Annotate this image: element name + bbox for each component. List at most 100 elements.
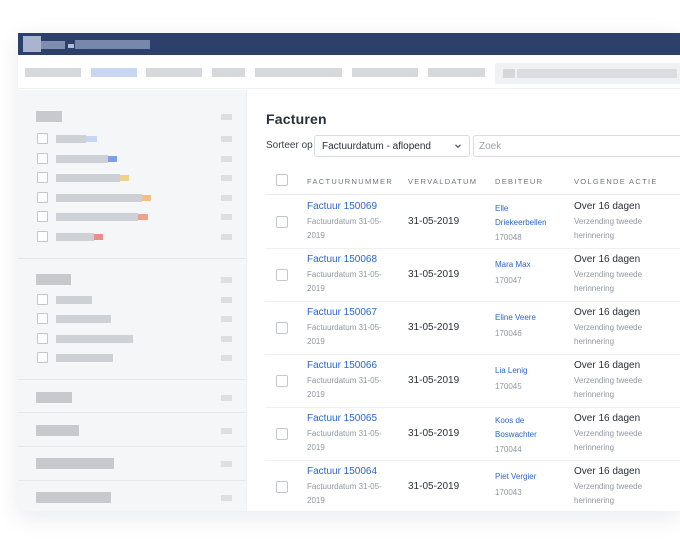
nav-item-6[interactable] (352, 68, 418, 77)
filter-checkbox[interactable] (37, 352, 48, 363)
filter-count (221, 214, 232, 220)
filter-label (56, 194, 142, 202)
debtor-id: 170044 (495, 445, 522, 454)
debtor-link[interactable]: Lia Lenig (495, 364, 557, 378)
row-checkbox[interactable] (276, 375, 288, 387)
row-checkbox[interactable] (276, 481, 288, 493)
sidebar-divider (18, 480, 247, 481)
invoice-link[interactable]: Factuur 150067 (307, 307, 377, 318)
table-row[interactable]: Factuur 150065 Factuurdatum 31-05-2019 3… (265, 408, 680, 461)
table-row[interactable]: Factuur 150066 Factuurdatum 31-05-2019 3… (265, 355, 680, 408)
filter-label (56, 335, 133, 343)
sort-select[interactable]: Factuurdatum - aflopend (314, 135, 470, 157)
filter-label (56, 174, 120, 182)
filter-checkbox[interactable] (37, 192, 48, 203)
filter-count (221, 355, 232, 361)
sidebar-divider (18, 258, 247, 259)
nav-item-3[interactable] (146, 68, 202, 77)
filter-label (56, 233, 94, 241)
invoice-link[interactable]: Factuur 150066 (307, 360, 377, 371)
filter-checkbox[interactable] (37, 211, 48, 222)
filter-group-count (221, 428, 232, 434)
due-date: 31-05-2019 (408, 216, 460, 227)
filter-color-tag (108, 156, 117, 162)
filter-group-count (221, 277, 232, 283)
table-header: FACTUURNUMMER VERVALDATUM DEBITEUR VOLGE… (265, 167, 680, 195)
filter-label (56, 155, 108, 163)
logo-icon[interactable] (23, 36, 41, 52)
invoice-link[interactable]: Factuur 150064 (307, 466, 377, 477)
filter-checkbox[interactable] (37, 153, 48, 164)
debtor-link[interactable]: Elle Driekeerbellen (495, 202, 557, 230)
top-bar (18, 33, 680, 55)
filter-group-heading[interactable] (36, 392, 72, 403)
next-action: Over 16 dagen (574, 360, 641, 371)
debtor-link[interactable]: Piet Vergier (495, 470, 557, 484)
nav-item-1[interactable] (25, 68, 81, 77)
due-date: 31-05-2019 (408, 428, 460, 439)
search-input[interactable] (473, 135, 680, 157)
chevron-down-icon (455, 144, 461, 149)
debtor-link[interactable]: Koos de Boswachter (495, 414, 557, 442)
debtor-link[interactable]: Mara Max (495, 258, 557, 272)
logo-wordmark (41, 41, 65, 49)
filter-checkbox[interactable] (37, 172, 48, 183)
select-all-checkbox[interactable] (276, 174, 288, 186)
filter-count (221, 336, 232, 342)
filter-group-heading[interactable] (36, 492, 111, 503)
invoice-link[interactable]: Factuur 150068 (307, 254, 377, 265)
column-header-due-date[interactable]: VERVALDATUM (408, 177, 477, 186)
filter-group-heading (36, 274, 71, 285)
filter-checkbox[interactable] (37, 333, 48, 344)
invoice-date: Factuurdatum 31-05-2019 (307, 217, 382, 240)
filter-count (221, 316, 232, 322)
due-date: 31-05-2019 (408, 375, 460, 386)
invoice-date: Factuurdatum 31-05-2019 (307, 323, 382, 346)
debtor-id: 170047 (495, 276, 522, 285)
invoice-link[interactable]: Factuur 150069 (307, 201, 377, 212)
filter-checkbox[interactable] (37, 313, 48, 324)
due-date: 31-05-2019 (408, 481, 460, 492)
row-checkbox[interactable] (276, 216, 288, 228)
global-search[interactable] (495, 63, 680, 84)
debtor-id: 170045 (495, 382, 522, 391)
filter-label (56, 135, 86, 143)
logo-mark-small (68, 44, 74, 48)
filter-group-heading[interactable] (36, 458, 114, 469)
sidebar-divider (18, 446, 247, 447)
next-action-detail: Verzending tweede herinnering (574, 482, 643, 505)
nav-item-invoices-active[interactable] (91, 68, 137, 77)
next-action: Over 16 dagen (574, 201, 641, 212)
filter-color-tag (138, 214, 148, 220)
nav-item-4[interactable] (212, 68, 245, 77)
table-row[interactable]: Factuur 150069 Factuurdatum 31-05-2019 3… (265, 196, 680, 249)
debtor-id: 170043 (495, 488, 522, 497)
page-title: Facturen (266, 111, 327, 127)
row-checkbox[interactable] (276, 269, 288, 281)
filter-label (56, 354, 113, 362)
nav-item-5[interactable] (255, 68, 342, 77)
filter-color-tag (94, 234, 103, 240)
filter-label (56, 315, 111, 323)
filter-group-heading[interactable] (36, 425, 79, 436)
column-header-debtor[interactable]: DEBITEUR (495, 177, 543, 186)
filter-count (221, 234, 232, 240)
next-action: Over 16 dagen (574, 466, 641, 477)
column-header-invoice-number[interactable]: FACTUURNUMMER (307, 177, 393, 186)
invoice-link[interactable]: Factuur 150065 (307, 413, 377, 424)
filter-checkbox[interactable] (37, 231, 48, 242)
table-row[interactable]: Factuur 150064 Factuurdatum 31-05-2019 3… (265, 461, 680, 511)
invoice-date: Factuurdatum 31-05-2019 (307, 270, 382, 293)
row-checkbox[interactable] (276, 428, 288, 440)
sidebar-divider (18, 379, 247, 380)
next-action-detail: Verzending tweede herinnering (574, 323, 643, 346)
table-row[interactable]: Factuur 150068 Factuurdatum 31-05-2019 3… (265, 249, 680, 302)
filter-checkbox[interactable] (37, 133, 48, 144)
column-header-next-action[interactable]: VOLGENDE ACTIE (574, 177, 658, 186)
nav-item-7[interactable] (428, 68, 485, 77)
next-action-detail: Verzending tweede herinnering (574, 270, 643, 293)
debtor-link[interactable]: Eline Veere (495, 311, 557, 325)
filter-checkbox[interactable] (37, 294, 48, 305)
table-row[interactable]: Factuur 150067 Factuurdatum 31-05-2019 3… (265, 302, 680, 355)
row-checkbox[interactable] (276, 322, 288, 334)
